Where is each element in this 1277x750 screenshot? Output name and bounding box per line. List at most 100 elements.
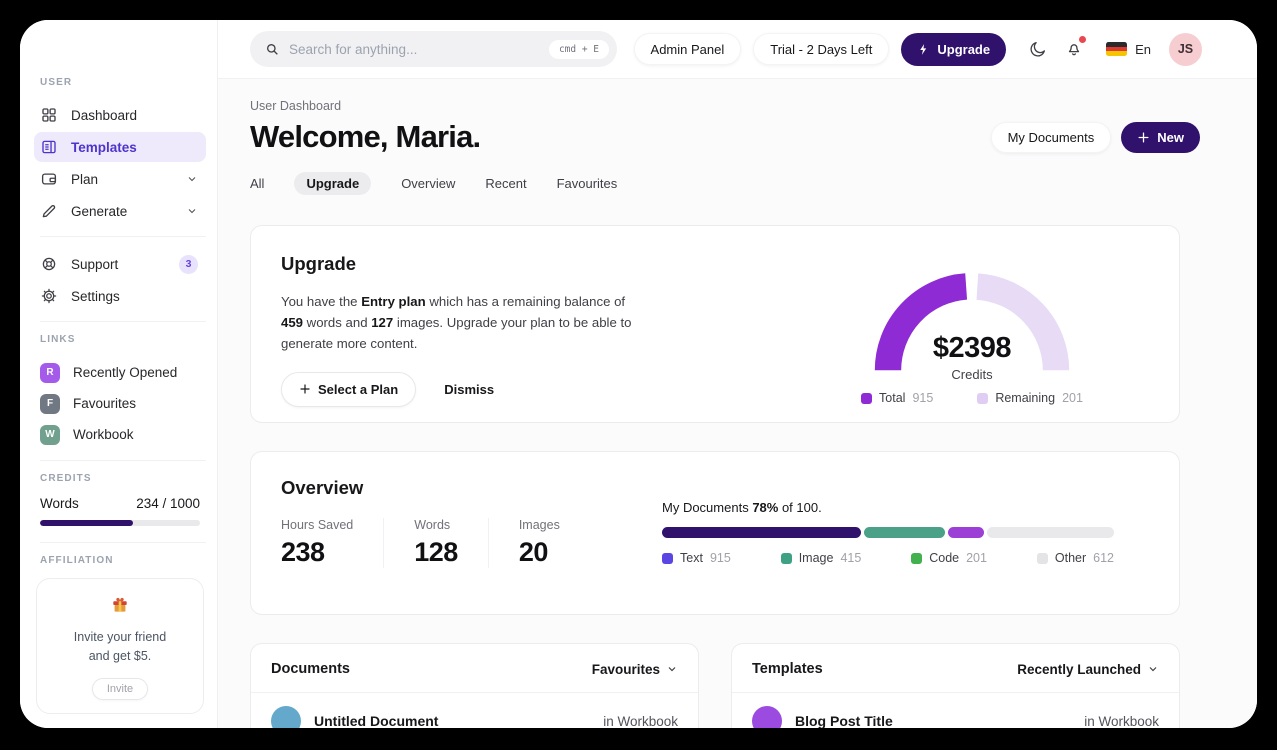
user-avatar[interactable]: JS: [1169, 32, 1202, 66]
chevron-down-icon: [186, 205, 198, 217]
stats-row: Hours Saved 238 Words 128 Images 20: [281, 518, 560, 568]
pencil-icon: [40, 202, 58, 220]
chevron-down-icon: [666, 663, 678, 675]
app-window: USER Dashboard Templates Plan Generate S…: [20, 20, 1257, 728]
plus-icon: [1137, 131, 1150, 144]
credits-progress-fill: [40, 520, 133, 526]
credits-block: Words 234 / 1000: [40, 496, 200, 526]
bar-segment-image: [863, 527, 946, 538]
sidebar-item-dashboard[interactable]: Dashboard: [34, 100, 206, 130]
grid-icon: [40, 106, 58, 124]
tab-favourites[interactable]: Favourites: [557, 172, 618, 195]
upgrade-card: Upgrade You have the Entry plan which ha…: [250, 225, 1180, 423]
sidebar-item-settings[interactable]: Settings: [34, 281, 206, 311]
legend-item-code: Code 201: [911, 551, 987, 565]
sidebar-link-favourites[interactable]: F Favourites: [34, 388, 206, 419]
sidebar-link-recently-opened[interactable]: R Recently Opened: [34, 357, 206, 388]
template-title: Blog Post Title: [795, 713, 893, 728]
legend-item-image: Image 415: [780, 551, 861, 565]
germany-flag-icon: [1106, 42, 1128, 56]
stat-images: Images 20: [518, 518, 560, 567]
overview-card-title: Overview: [281, 477, 364, 498]
link-initial-badge: F: [40, 393, 60, 414]
documents-filter-dropdown[interactable]: Favourites: [592, 662, 678, 677]
template-location: in Workbook: [1084, 713, 1159, 729]
bar-segment-other: [987, 527, 1114, 538]
upgrade-button[interactable]: Upgrade: [901, 32, 1007, 66]
invite-button[interactable]: Invite: [91, 677, 149, 700]
tab-all[interactable]: All: [250, 172, 264, 195]
templates-filter-dropdown[interactable]: Recently Launched: [1017, 662, 1159, 677]
template-avatar: [752, 706, 782, 728]
bar-segment-text: [662, 527, 861, 538]
sidebar: USER Dashboard Templates Plan Generate S…: [20, 20, 218, 728]
legend-swatch: [1036, 552, 1048, 564]
templates-card-title: Templates: [752, 661, 823, 677]
progress-title: My Documents 78% of 100.: [662, 500, 822, 515]
template-row[interactable]: Blog Post Title in Workbook: [732, 693, 1179, 728]
dark-mode-toggle[interactable]: [1026, 37, 1050, 61]
sidebar-section-credits: CREDITS: [40, 473, 92, 484]
search-input[interactable]: [289, 41, 540, 57]
gift-icon: [110, 597, 130, 619]
upgrade-card-text: You have the Entry plan which has a rema…: [281, 294, 632, 351]
legend-swatch: [780, 552, 792, 564]
link-label: Workbook: [73, 427, 134, 442]
templates-card: Templates Recently Launched Blog Post Ti…: [731, 643, 1180, 728]
link-initial-badge: W: [40, 424, 60, 445]
legend-swatch: [861, 392, 873, 404]
affiliation-text-line1: Invite your friend: [73, 630, 167, 644]
upgrade-button-label: Upgrade: [937, 41, 991, 57]
templates-icon: [40, 138, 58, 156]
legend-swatch: [977, 392, 989, 404]
divider: [40, 542, 206, 543]
trial-status-badge[interactable]: Trial - 2 Days Left: [753, 33, 890, 65]
affiliation-text-line2: and get $5.: [88, 648, 152, 663]
page-title: Welcome, Maria.: [250, 119, 481, 154]
document-location: in Workbook: [603, 713, 678, 729]
notification-dot: [1079, 36, 1087, 43]
filter-tabs: All Upgrade Overview Recent Favourites: [250, 170, 1180, 196]
legend-swatch: [911, 552, 923, 564]
tab-upgrade[interactable]: Upgrade: [294, 171, 372, 195]
content-area: User Dashboard Welcome, Maria. My Docume…: [218, 79, 1257, 728]
my-documents-button[interactable]: My Documents: [990, 121, 1112, 153]
sidebar-item-templates[interactable]: Templates: [34, 132, 206, 162]
admin-panel-button[interactable]: Admin Panel: [633, 33, 742, 65]
credits-value: 234 / 1000: [136, 496, 200, 511]
notifications-button[interactable]: [1062, 36, 1087, 61]
tab-overview[interactable]: Overview: [401, 172, 455, 195]
sidebar-item-generate[interactable]: Generate: [34, 196, 206, 226]
stat-words: Words 128: [414, 518, 489, 568]
select-plan-button[interactable]: Select a Plan: [281, 371, 417, 407]
tab-recent[interactable]: Recent: [485, 172, 526, 195]
language-selector[interactable]: En: [1106, 42, 1151, 57]
gauge-legend: Total 915 Remaining 201: [822, 391, 1122, 405]
bolt-icon: [917, 43, 930, 56]
legend-item-remaining: Remaining 201: [977, 391, 1083, 405]
legend-item-total: Total 915: [861, 391, 933, 405]
search-shortcut-hint: cmd + E: [548, 39, 609, 59]
sidebar-item-plan[interactable]: Plan: [34, 164, 206, 194]
link-initial-badge: R: [40, 362, 60, 383]
divider: [40, 236, 206, 237]
new-button[interactable]: New: [1121, 121, 1200, 153]
affiliation-box: Invite your friend and get $5. Invite: [36, 578, 204, 714]
gear-icon: [40, 287, 58, 305]
overview-card: Overview Hours Saved 238 Words 128 Image…: [250, 451, 1180, 615]
bar-legend: Text 915 Image 415 Code 201 Other 612: [662, 551, 1114, 565]
sidebar-item-support[interactable]: Support 3: [34, 249, 206, 279]
chevron-down-icon: [1147, 663, 1159, 675]
sidebar-link-workbook[interactable]: W Workbook: [34, 419, 206, 450]
search-bar[interactable]: cmd + E: [250, 31, 617, 67]
main-area: cmd + E Admin Panel Trial - 2 Days Left …: [218, 20, 1257, 728]
sidebar-item-label: Plan: [71, 171, 99, 187]
dismiss-button[interactable]: Dismiss: [444, 382, 494, 397]
sidebar-item-label: Dashboard: [71, 107, 138, 123]
documents-card: Documents Favourites Untitled Document i…: [250, 643, 699, 728]
sidebar-section-user: USER: [40, 77, 73, 88]
topbar: cmd + E Admin Panel Trial - 2 Days Left …: [218, 20, 1257, 79]
document-row[interactable]: Untitled Document in Workbook: [251, 693, 698, 728]
wallet-icon: [40, 170, 58, 188]
gauge-caption: Credits: [951, 367, 993, 382]
